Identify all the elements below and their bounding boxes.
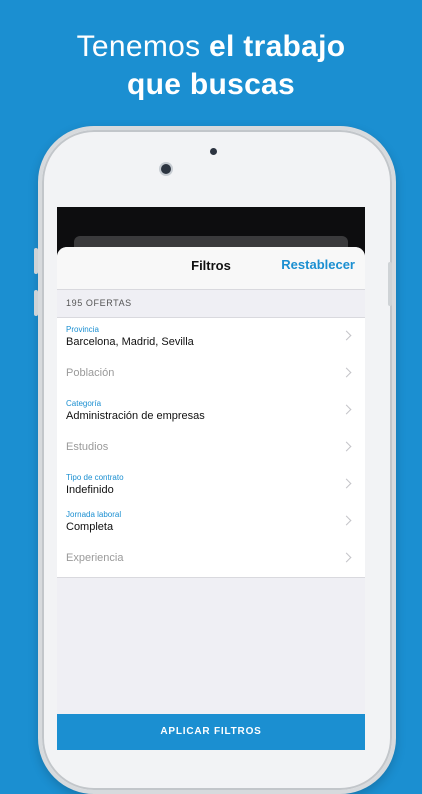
filter-caption: Categoría [66, 399, 102, 408]
phone-screen: Filtros Restablecer 195 OFERTAS Provinci… [57, 207, 365, 750]
chevron-right-icon [341, 441, 352, 452]
chevron-right-icon [341, 404, 352, 415]
filter-placeholder: Experiencia [66, 552, 124, 564]
results-count: 195 OFERTAS [66, 298, 132, 308]
filters-sheet: Filtros Restablecer 195 OFERTAS Provinci… [57, 247, 365, 750]
filter-caption: Jornada laboral [66, 510, 122, 519]
chevron-right-icon [341, 367, 352, 378]
filter-row-tipo-contrato[interactable]: Tipo de contrato Indefinido [57, 466, 365, 503]
reset-button[interactable]: Restablecer [281, 257, 355, 272]
volume-button [34, 290, 38, 316]
headline-bold-2: que buscas [126, 68, 296, 101]
chevron-right-icon [341, 515, 352, 526]
filter-placeholder: Población [66, 367, 115, 379]
filter-list: Provincia Barcelona, Madrid, Sevilla Pob… [57, 317, 365, 578]
filter-caption: Provincia [66, 325, 99, 334]
promo-headline: Tenemos el trabajo que buscas [0, 28, 422, 104]
results-count-header: 195 OFERTAS [57, 290, 365, 317]
chevron-right-icon [341, 330, 352, 341]
filter-value: Administración de empresas [66, 410, 205, 422]
headline-bold-1: el trabajo [209, 30, 346, 63]
filter-placeholder: Estudios [66, 441, 109, 453]
filter-row-provincia[interactable]: Provincia Barcelona, Madrid, Sevilla [57, 318, 365, 355]
power-button [388, 262, 392, 306]
speaker-icon [210, 148, 217, 155]
filter-row-jornada[interactable]: Jornada laboral Completa [57, 503, 365, 540]
headline-light: Tenemos [76, 30, 210, 63]
filter-value: Completa [66, 521, 114, 533]
nav-bar: Filtros Restablecer [57, 247, 365, 290]
volume-button [34, 248, 38, 274]
chevron-right-icon [341, 552, 352, 563]
filter-value: Indefinido [66, 484, 114, 496]
filter-caption: Tipo de contrato [66, 473, 124, 482]
filter-row-experiencia[interactable]: Experiencia [57, 540, 365, 577]
filter-row-categoria[interactable]: Categoría Administración de empresas [57, 392, 365, 429]
apply-filters-button[interactable]: APLICAR FILTROS [57, 714, 365, 750]
filter-row-estudios[interactable]: Estudios [57, 429, 365, 466]
camera-icon [161, 164, 171, 174]
filter-row-poblacion[interactable]: Población [57, 355, 365, 392]
chevron-right-icon [341, 478, 352, 489]
filter-value: Barcelona, Madrid, Sevilla [66, 336, 194, 348]
